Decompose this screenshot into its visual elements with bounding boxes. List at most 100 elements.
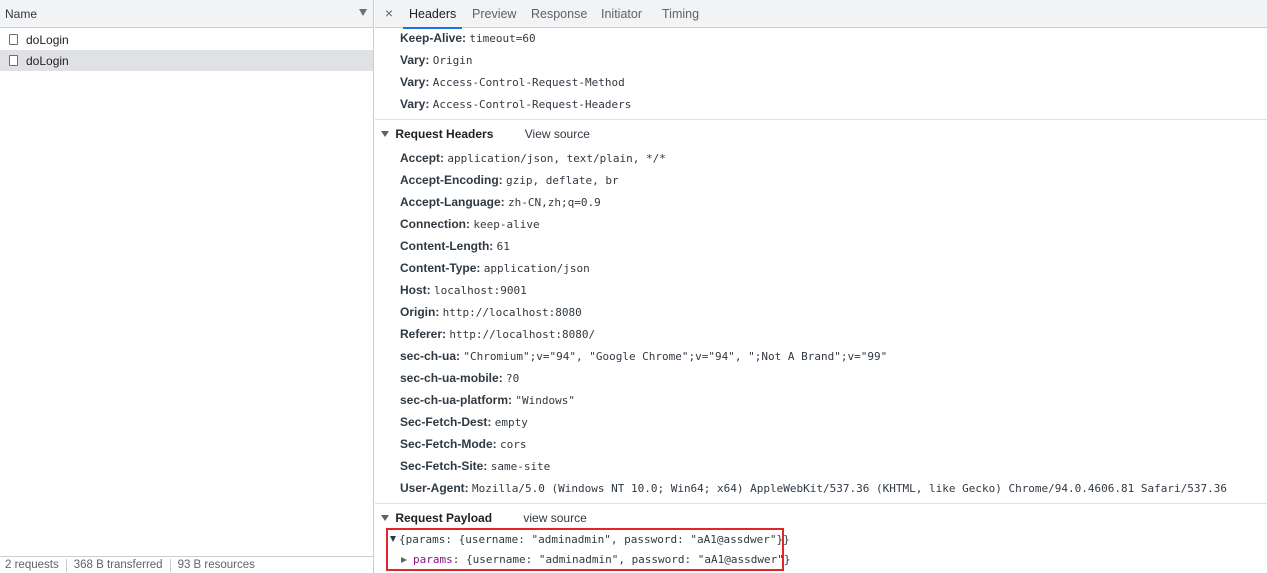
request-header-row: Host: localhost:9001 [400, 280, 527, 300]
name-column-label: Name [5, 6, 38, 21]
header-value: keep-alive [473, 218, 540, 231]
header-key: Vary: [400, 97, 430, 111]
header-key: Accept: [400, 151, 445, 165]
request-header-row: Accept-Language: zh-CN,zh;q=0.9 [400, 192, 601, 212]
header-key: Origin: [400, 305, 440, 319]
details-tab-bar: × Headers Preview Response Initiator Tim… [375, 0, 1267, 29]
request-header-row: sec-ch-ua-platform: "Windows" [400, 390, 575, 410]
divider [169, 558, 171, 572]
header-key: Host: [400, 283, 431, 297]
header-key: Connection: [400, 217, 470, 231]
response-header-row: Vary: Access-Control-Request-Headers [400, 94, 631, 114]
request-row[interactable]: doLogin [0, 29, 373, 50]
header-value: same-site [490, 460, 551, 473]
section-title: Request Headers [395, 127, 494, 141]
request-name: doLogin [26, 32, 69, 47]
payload-child-line[interactable]: params: {username: "adminadmin", passwor… [390, 550, 791, 570]
header-value: Origin [432, 54, 473, 67]
request-header-row: Origin: http://localhost:8080 [400, 302, 582, 322]
tab-timing[interactable]: Timing [662, 0, 699, 28]
header-value: Access-Control-Request-Method [432, 76, 625, 89]
header-value: http://localhost:8080 [442, 306, 582, 319]
header-value: zh-CN,zh;q=0.9 [508, 196, 601, 209]
header-key: sec-ch-ua: [400, 349, 461, 363]
collapsed-triangle-icon[interactable] [401, 557, 407, 563]
document-icon [9, 34, 18, 45]
header-key: Sec-Fetch-Dest: [400, 415, 492, 429]
tab-preview[interactable]: Preview [472, 0, 516, 28]
request-headers-section-header[interactable]: Request Headers View source [381, 125, 590, 143]
devtools-network-panel: Name doLogin doLogin 2 requests 368 B tr… [0, 0, 1267, 573]
request-header-row: Connection: keep-alive [400, 214, 540, 234]
view-source-link[interactable]: View source [525, 127, 590, 141]
header-value: gzip, deflate, br [506, 174, 619, 187]
tab-initiator[interactable]: Initiator [601, 0, 642, 28]
header-value: ?0 [506, 372, 520, 385]
payload-child-colon: : [452, 553, 460, 566]
tab-headers[interactable]: Headers [402, 0, 463, 29]
payload-summary: {params: {username: "adminadmin", passwo… [399, 533, 790, 546]
request-payload-section-header[interactable]: Request Payload view source [381, 509, 587, 527]
header-key: sec-ch-ua-mobile: [400, 371, 503, 385]
request-header-row: Content-Type: application/json [400, 258, 590, 278]
header-key: Accept-Encoding: [400, 173, 503, 187]
request-header-row: Content-Length: 61 [400, 236, 510, 256]
header-key: Accept-Language: [400, 195, 505, 209]
request-header-row: sec-ch-ua-mobile: ?0 [400, 368, 519, 388]
header-key: sec-ch-ua-platform: [400, 393, 513, 407]
header-key: Vary: [400, 75, 430, 89]
request-header-row: Accept-Encoding: gzip, deflate, br [400, 170, 619, 190]
header-key: Keep-Alive: [400, 31, 467, 45]
transferred-size: 368 B transferred [73, 559, 163, 571]
request-header-row: User-Agent: Mozilla/5.0 (Windows NT 10.0… [400, 478, 1227, 498]
request-header-row: Accept: application/json, text/plain, */… [400, 148, 666, 168]
name-column-header[interactable]: Name [0, 0, 373, 28]
header-value: "Chromium";v="94", "Google Chrome";v="94… [463, 350, 888, 363]
header-key: Content-Type: [400, 261, 481, 275]
request-name: doLogin [26, 53, 69, 68]
header-value: localhost:9001 [434, 284, 527, 297]
header-value: cors [500, 438, 527, 451]
section-divider [375, 503, 1267, 504]
payload-child-key: params [413, 553, 453, 566]
header-value: application/json, text/plain, */* [447, 152, 666, 165]
document-icon [9, 55, 18, 66]
view-source-link[interactable]: view source [523, 511, 586, 525]
status-bar: 2 requests 368 B transferred 93 B resour… [0, 556, 373, 573]
payload-root-line[interactable]: {params: {username: "adminadmin", passwo… [390, 530, 790, 550]
section-title: Request Payload [395, 511, 493, 525]
header-value: Access-Control-Request-Headers [432, 98, 632, 111]
request-row-selected[interactable]: doLogin [0, 50, 373, 71]
header-value: empty [494, 416, 528, 429]
header-value: 61 [496, 240, 510, 253]
close-icon[interactable]: × [382, 5, 396, 21]
collapse-triangle-icon[interactable] [381, 515, 389, 521]
expand-triangle-icon[interactable] [390, 536, 396, 542]
resources-size: 93 B resources [177, 559, 255, 571]
request-header-row: Sec-Fetch-Dest: empty [400, 412, 528, 432]
divider [65, 558, 67, 572]
tab-response[interactable]: Response [531, 0, 587, 28]
header-key: Sec-Fetch-Site: [400, 459, 488, 473]
response-header-row: Keep-Alive: timeout=60 [400, 28, 536, 48]
header-value: "Windows" [515, 394, 575, 407]
response-header-row: Vary: Origin [400, 50, 472, 70]
header-value: application/json [483, 262, 590, 275]
sort-dropdown-icon[interactable] [359, 9, 367, 16]
header-key: Vary: [400, 53, 430, 67]
request-details-pane: × Headers Preview Response Initiator Tim… [375, 0, 1267, 573]
request-header-row: Referer: http://localhost:8080/ [400, 324, 595, 344]
payload-child-value: {username: "adminadmin", password: "aA1@… [466, 553, 791, 566]
request-count: 2 requests [5, 559, 59, 571]
request-header-row: sec-ch-ua: "Chromium";v="94", "Google Ch… [400, 346, 887, 366]
section-divider [375, 119, 1267, 120]
header-key: Referer: [400, 327, 447, 341]
header-value: http://localhost:8080/ [449, 328, 596, 341]
response-header-row: Vary: Access-Control-Request-Method [400, 72, 625, 92]
request-header-row: Sec-Fetch-Mode: cors [400, 434, 527, 454]
header-key: Sec-Fetch-Mode: [400, 437, 497, 451]
request-header-row: Sec-Fetch-Site: same-site [400, 456, 550, 476]
collapse-triangle-icon[interactable] [381, 131, 389, 137]
header-key: Content-Length: [400, 239, 494, 253]
header-value: timeout=60 [469, 32, 536, 45]
